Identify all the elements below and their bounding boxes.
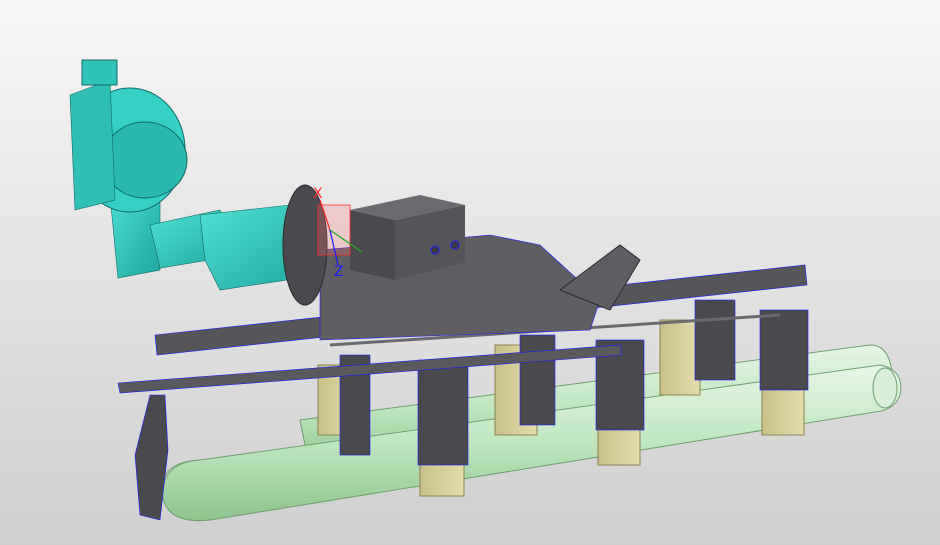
triad-z-label: Z xyxy=(334,264,344,280)
gripper-frame[interactable] xyxy=(519,334,556,426)
connector-icon xyxy=(430,245,440,255)
assembly-3d-view[interactable]: X Z xyxy=(0,0,940,545)
hanging-arm[interactable] xyxy=(134,394,169,521)
gripper-frame[interactable] xyxy=(694,299,736,381)
robot-base-mount[interactable] xyxy=(69,79,116,211)
triad-x-label: X xyxy=(313,186,323,202)
connector-icon xyxy=(450,240,460,250)
gripper-frame[interactable] xyxy=(417,359,469,466)
pipe-end-cap xyxy=(872,367,898,409)
robot-motor[interactable] xyxy=(81,59,118,86)
robot-motor-housing[interactable] xyxy=(102,121,188,199)
gripper-frame[interactable] xyxy=(759,309,809,391)
robot-arm[interactable] xyxy=(69,59,328,306)
control-box-front xyxy=(350,210,395,280)
tooling-block[interactable] xyxy=(659,319,701,396)
cad-viewport[interactable]: X Z xyxy=(0,0,940,545)
